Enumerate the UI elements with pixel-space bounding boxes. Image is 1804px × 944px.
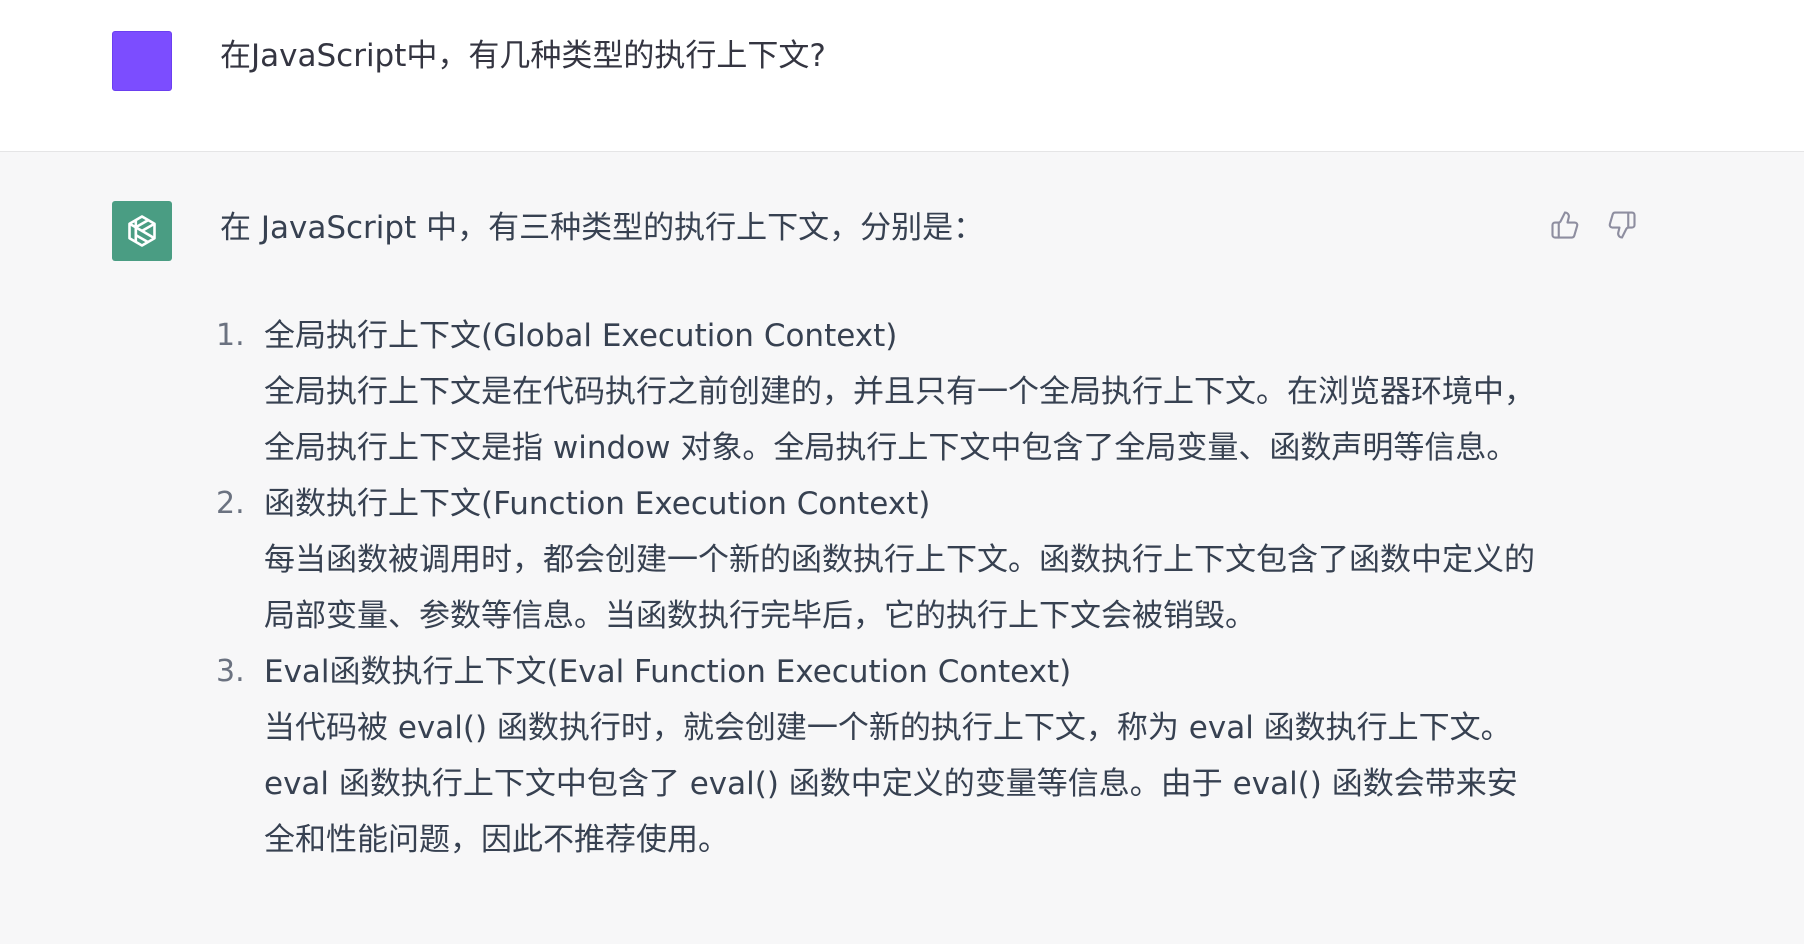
- assistant-message-content: 在 JavaScript 中，有三种类型的执行上下文，分别是： 1. 全局执行上…: [216, 208, 1540, 858]
- user-message-row: 在JavaScript中，有几种类型的执行上下文?: [0, 0, 1804, 152]
- list-item-title: 全局执行上下文(Global Execution Context): [264, 318, 898, 354]
- list-item-body: 当代码被 eval() 函数执行时，就会创建一个新的执行上下文，称为 eval …: [264, 710, 1518, 858]
- list-item-title: Eval函数执行上下文(Eval Function Execution Cont…: [264, 654, 1072, 690]
- thumbs-down-icon: [1608, 211, 1636, 239]
- list-item-body: 全局执行上下文是在代码执行之前创建的，并且只有一个全局执行上下文。在浏览器环境中…: [264, 374, 1535, 466]
- thumbs-up-icon: [1551, 211, 1579, 239]
- execution-context-list: 1. 全局执行上下文(Global Execution Context) 全局执…: [216, 308, 1540, 868]
- user-avatar: [112, 31, 172, 91]
- thumbs-down-button[interactable]: [1605, 208, 1639, 242]
- assistant-intro-text: 在 JavaScript 中，有三种类型的执行上下文，分别是：: [220, 210, 985, 246]
- list-item: 3. Eval函数执行上下文(Eval Function Execution C…: [216, 644, 1540, 868]
- list-item: 1. 全局执行上下文(Global Execution Context) 全局执…: [216, 308, 1540, 476]
- list-item-number: 2.: [216, 486, 245, 521]
- list-item: 2. 函数执行上下文(Function Execution Context) 每…: [216, 476, 1540, 644]
- list-item-body: 每当函数被调用时，都会创建一个新的函数执行上下文。函数执行上下文包含了函数中定义…: [264, 542, 1535, 634]
- thumbs-up-button[interactable]: [1548, 208, 1582, 242]
- assistant-message-row: 在 JavaScript 中，有三种类型的执行上下文，分别是： 1. 全局执行上…: [0, 152, 1804, 944]
- user-message-text: 在JavaScript中，有几种类型的执行上下文?: [220, 38, 826, 74]
- list-item-number: 1.: [216, 318, 245, 353]
- list-item-title: 函数执行上下文(Function Execution Context): [264, 486, 931, 522]
- list-item-number: 3.: [216, 654, 245, 689]
- assistant-avatar: [112, 201, 172, 261]
- openai-logo-icon: [128, 215, 156, 247]
